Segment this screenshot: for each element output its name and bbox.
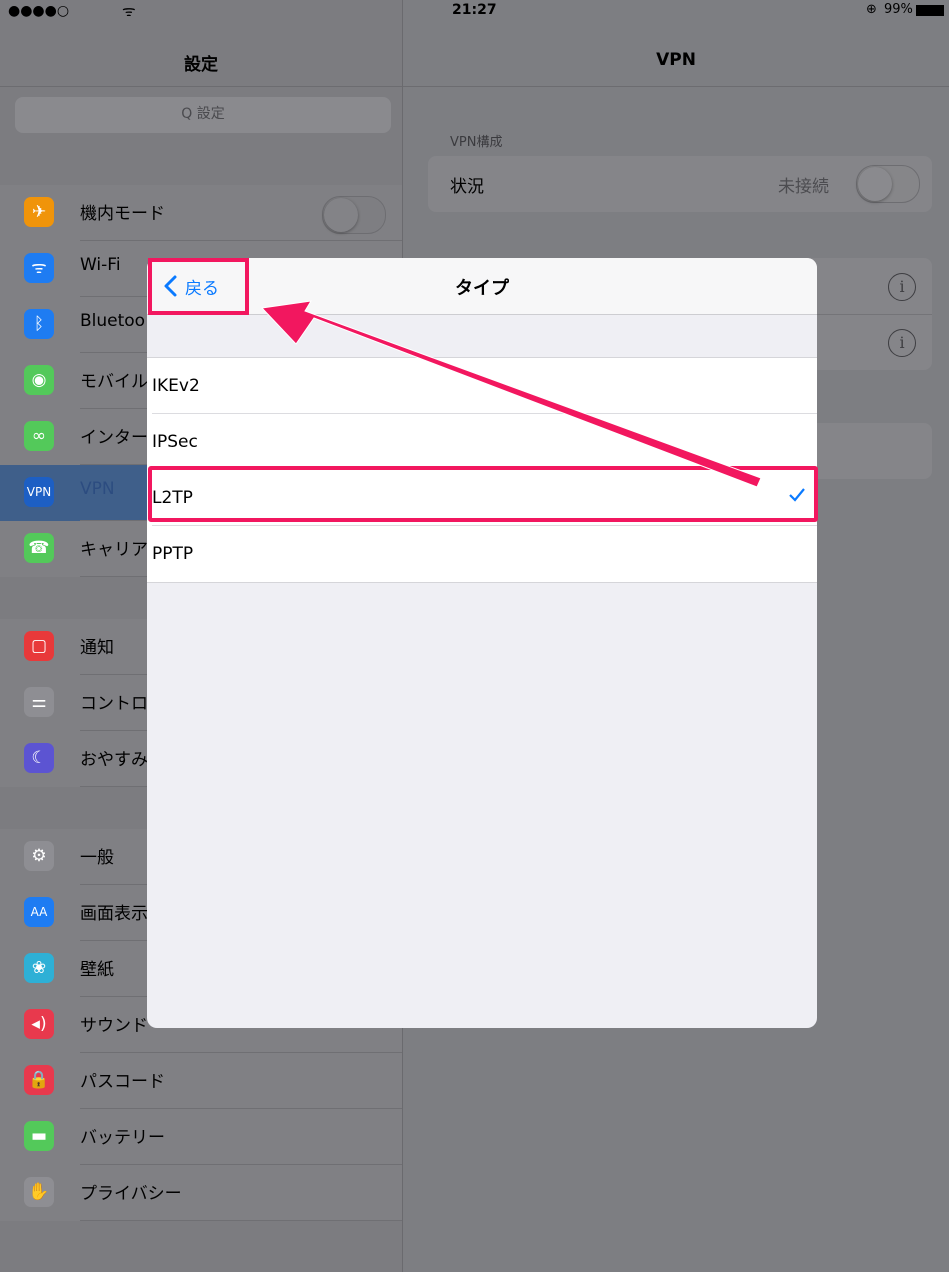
wallpaper-icon: ❀ (24, 953, 54, 983)
sidebar-item[interactable]: ✋ プライバシー (0, 1165, 402, 1221)
sidebar-item-label: バッテリー (80, 1128, 165, 1148)
battery-icon: ▬ (24, 1121, 54, 1151)
sidebar-item-label: 画面表示 (80, 904, 148, 924)
sidebar-header-divider (0, 86, 402, 87)
phone-icon: ☎ (24, 533, 54, 563)
vpn-type-option[interactable]: IPSec (147, 414, 817, 470)
sidebar-item-label: 通知 (80, 638, 114, 658)
status-value: 未接続 (778, 177, 829, 197)
sidebar-item-label: Bluetoo (80, 311, 146, 331)
sidebar-item-label: キャリア (80, 540, 148, 560)
vpn-type-option-label: IPSec (152, 432, 198, 452)
vpn-type-option[interactable]: PPTP (147, 526, 817, 582)
sidebar-item-label: パスコード (80, 1072, 165, 1092)
toggle-knob (858, 167, 892, 201)
rotation-lock-icon: ⊕ (866, 2, 877, 17)
link-icon: ∞ (24, 421, 54, 451)
highlight-box-l2tp (148, 466, 818, 522)
antenna-icon: ◉ (24, 365, 54, 395)
info-icon[interactable]: i (888, 273, 916, 301)
toggle-knob (324, 198, 358, 232)
hand-icon: ✋ (24, 1177, 54, 1207)
moon-icon: ☾ (24, 743, 54, 773)
vpn-type-option-label: IKEv2 (152, 376, 200, 396)
battery-percent: 99% (884, 2, 913, 17)
status-bar: ●●●●○ ᯤ 21:27 ⊕ 99% (0, 0, 949, 22)
vpn-status-row: 状況 未接続 (428, 156, 932, 212)
sidebar-item[interactable]: 🔒 パスコード (0, 1053, 402, 1109)
wifi-status-icon: ᯤ (122, 2, 136, 20)
signal-strength: ●●●●○ (8, 3, 70, 19)
row-divider (80, 1220, 402, 1221)
sidebar-item-label: Wi-Fi (80, 255, 121, 275)
gear-icon: ⚙ (24, 841, 54, 871)
vpn-title: VPN (656, 50, 696, 70)
settings-title: 設定 (184, 55, 218, 75)
sidebar-item-label: VPN (80, 479, 115, 499)
info-icon[interactable]: i (888, 329, 916, 357)
control-center-icon: ⚌ (24, 687, 54, 717)
search-field[interactable]: Q 設定 (15, 97, 391, 133)
speaker-icon: ◂) (24, 1009, 54, 1039)
battery-icon (916, 5, 944, 16)
wifi-icon: ᯤ (24, 253, 54, 283)
sidebar-item[interactable]: ▬ バッテリー (0, 1109, 402, 1165)
vpn-section-header: VPN構成 (450, 135, 503, 150)
sidebar-item-label: 機内モード (80, 204, 165, 224)
sidebar-item-label: サウンド (80, 1016, 148, 1036)
airplane-mode-toggle[interactable] (322, 196, 386, 234)
sidebar-item-label: コントロ (80, 694, 148, 714)
sidebar-item-label: おやすみ (80, 750, 148, 770)
highlight-box-back (148, 258, 249, 315)
vpn-connect-toggle[interactable] (856, 165, 920, 203)
vpn-icon: VPN (24, 477, 54, 507)
vpn-type-option-label: PPTP (152, 544, 194, 564)
sidebar-item-label: 壁紙 (80, 960, 114, 980)
lock-icon: 🔒 (24, 1065, 54, 1095)
vpn-type-popover: タイプ 戻る IKEv2 IPSec L2TP PPTP (147, 258, 817, 1028)
detail-header-divider (403, 86, 949, 87)
sidebar-item-label: モバイル (80, 372, 148, 392)
notification-icon: ▢ (24, 631, 54, 661)
sidebar-item-label: 一般 (80, 848, 114, 868)
clock: 21:27 (452, 2, 497, 18)
sidebar-item-label: インター (80, 428, 148, 448)
airplane-icon: ✈ (24, 197, 54, 227)
sidebar-item-label: プライバシー (80, 1184, 182, 1204)
vpn-type-option[interactable]: IKEv2 (147, 358, 817, 414)
search-placeholder: Q 設定 (181, 106, 225, 122)
bluetooth-icon: ᛒ (24, 309, 54, 339)
status-label: 状況 (450, 177, 484, 197)
text-size-icon: AA (24, 897, 54, 927)
